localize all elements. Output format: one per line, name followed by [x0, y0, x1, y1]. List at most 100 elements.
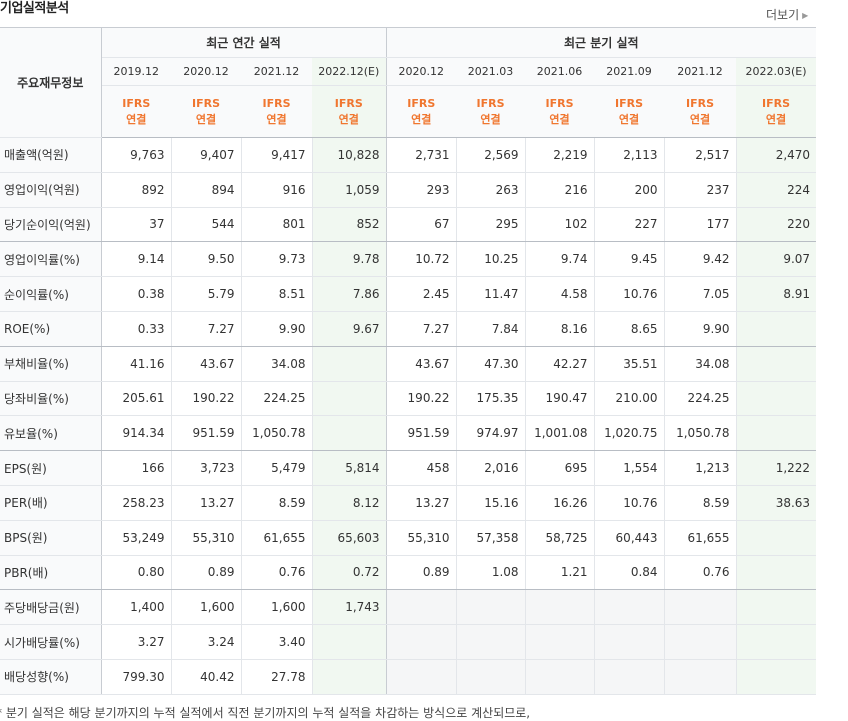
quarter-value-cell: 237: [663, 172, 737, 208]
annual-value-cell: 37: [100, 207, 171, 243]
row-label: 배당성향(%): [0, 659, 102, 695]
quarter-value-cell: 15.16: [455, 485, 526, 521]
table-row: 배당성향(%) 799.30 40.42 27.78: [0, 659, 817, 695]
chevron-right-icon: ▶: [802, 11, 809, 20]
quarter-value-cell: 1.21: [524, 555, 595, 591]
table-row: ROE(%) 0.33 7.27 9.90 9.67 7.27 7.84 8.16 8.65 9.…: [0, 311, 817, 347]
quarter-value-cell: 11.47: [455, 276, 526, 312]
quarter-value-cell: 293: [385, 172, 457, 208]
quarter-value-cell: 200: [593, 172, 665, 208]
annual-value-cell: [311, 415, 387, 452]
ifrs-consolidated-label: IFRS 연결: [241, 85, 312, 138]
annual-value-cell: 0.33: [100, 311, 171, 347]
row-label: 영업이익(억원): [0, 172, 102, 208]
consolidated-label: 연결: [480, 112, 501, 126]
annual-value-cell: 190.22: [170, 381, 241, 417]
table-row: 부채비율(%) 41.16 43.67 34.08 43.67 47.30 42.27 35.…: [0, 346, 817, 382]
quarter-value-cell: [593, 659, 665, 695]
annual-value-cell: 1,600: [240, 589, 312, 626]
annual-value-cell: 5,479: [240, 450, 312, 486]
quarter-value-cell: [663, 659, 737, 695]
ifrs-consolidated-label: IFRS 연결: [525, 85, 595, 138]
quarter-value-cell: 9.42: [663, 241, 737, 278]
ifrs-label: IFRS: [192, 96, 220, 110]
quarter-value-cell: 1,554: [593, 450, 665, 486]
annual-value-cell: 224.25: [240, 381, 312, 417]
quarter-value-cell: 1.08: [455, 555, 526, 591]
quarter-value-cell: 2,731: [385, 137, 457, 173]
quarter-value-cell: 177: [663, 207, 737, 243]
quarter-value-cell: 974.97: [455, 415, 526, 452]
table-row: 당좌비율(%) 205.61 190.22 224.25 190.22 175.35 190…: [0, 381, 817, 417]
quarter-value-cell: [735, 346, 817, 382]
page-title: 기업실적분석: [0, 1, 69, 16]
annual-value-cell: 914.34: [100, 415, 171, 452]
quarter-value-cell: [385, 624, 457, 660]
annual-value-cell: 5.79: [170, 276, 241, 312]
row-label: EPS(원): [0, 450, 102, 486]
quarter-value-cell: 10.72: [385, 241, 457, 278]
quarter-value-cell: 58,725: [524, 520, 595, 556]
ifrs-label: IFRS: [545, 96, 574, 110]
annual-period-header: 2020.12: [171, 57, 241, 86]
row-label: 시가배당률(%): [0, 624, 102, 660]
quarter-value-cell: [735, 381, 817, 417]
ifrs-label: IFRS: [122, 96, 151, 110]
quarter-value-cell: 61,655: [663, 520, 737, 556]
table-row: BPS(원) 53,249 55,310 61,655 65,603 55,310 57,3…: [0, 520, 817, 556]
annual-value-cell: 0.89: [170, 555, 241, 591]
quarter-value-cell: 43.67: [385, 346, 457, 382]
quarter-value-cell: 67: [385, 207, 457, 243]
annual-value-cell: 9,407: [170, 137, 241, 173]
ifrs-consolidated-label: IFRS 연결: [736, 85, 817, 138]
annual-value-cell: [311, 381, 387, 417]
annual-value-cell: 1,400: [100, 589, 171, 626]
annual-value-cell: 1,743: [311, 589, 387, 626]
consolidated-label: 연결: [266, 112, 287, 126]
quarter-value-cell: 0.89: [385, 555, 457, 591]
row-label: 매출액(억원): [0, 137, 102, 173]
quarter-value-cell: [735, 589, 817, 626]
quarter-value-cell: 102: [524, 207, 595, 243]
annual-value-cell: 5,814: [311, 450, 387, 486]
quarter-value-cell: 8.65: [593, 311, 665, 347]
annual-value-cell: 0.38: [100, 276, 171, 312]
quarter-value-cell: [663, 589, 737, 626]
annual-value-cell: 9.90: [240, 311, 312, 347]
annual-value-cell: 801: [240, 207, 312, 243]
quarter-value-cell: 55,310: [385, 520, 457, 556]
annual-value-cell: 916: [240, 172, 312, 208]
quarter-value-cell: 9.90: [663, 311, 737, 347]
row-label: 부채비율(%): [0, 346, 102, 382]
table-row: PBR(배) 0.80 0.89 0.76 0.72 0.89 1.08 1.21 0.84 0.…: [0, 555, 817, 591]
more-link[interactable]: 더보기 ▶: [766, 6, 808, 23]
quarter-value-cell: 951.59: [385, 415, 457, 452]
consolidated-label: 연결: [411, 112, 432, 126]
ifrs-consolidated-label: IFRS 연결: [101, 85, 171, 138]
annual-value-cell: 3.40: [240, 624, 312, 660]
annual-value-cell: 1,050.78: [240, 415, 312, 452]
annual-value-cell: 3.24: [170, 624, 241, 660]
annual-value-cell: 0.72: [311, 555, 387, 591]
table-row: 유보율(%) 914.34 951.59 1,050.78 951.59 974.97 1,…: [0, 415, 817, 452]
quarter-value-cell: [385, 659, 457, 695]
annual-value-cell: 9.50: [170, 241, 241, 278]
row-label: PER(배): [0, 485, 102, 521]
table-row: 주당배당금(원) 1,400 1,600 1,600 1,743: [0, 589, 817, 626]
annual-value-cell: 852: [311, 207, 387, 243]
quarter-value-cell: 9.45: [593, 241, 665, 278]
table-row: 영업이익(억원) 892 894 916 1,059 293 263 216 200 237 224: [0, 172, 817, 208]
quarter-period-header: 2021.12: [664, 57, 737, 86]
quarter-value-cell: 7.27: [385, 311, 457, 347]
quarter-value-cell: 16.26: [524, 485, 595, 521]
annual-value-cell: 7.27: [170, 311, 241, 347]
annual-value-cell: [311, 624, 387, 660]
quarter-value-cell: 458: [385, 450, 457, 486]
quarter-value-cell: [455, 589, 526, 626]
annual-value-cell: 43.67: [170, 346, 241, 382]
quarter-period-header: 2021.03: [456, 57, 526, 86]
footnote: * 분기 실적은 해당 분기까지의 누적 실적에서 직전 분기까지의 누적 실적…: [0, 706, 531, 720]
quarter-value-cell: 10.76: [593, 276, 665, 312]
row-label: 당기순이익(억원): [0, 207, 102, 243]
quarter-period-header: 2021.09: [594, 57, 665, 86]
